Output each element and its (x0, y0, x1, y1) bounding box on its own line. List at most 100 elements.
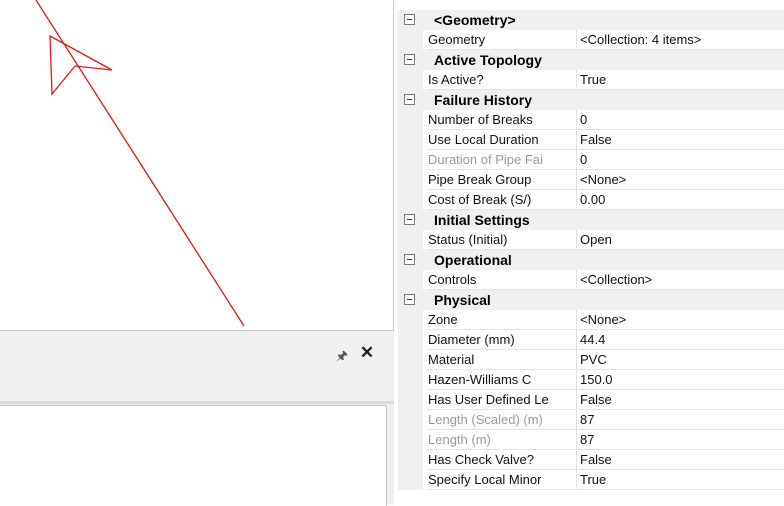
property-name: Pipe Break Group (427, 170, 576, 190)
property-value[interactable]: True (578, 470, 784, 490)
property-row[interactable]: Zone <None> (398, 310, 784, 330)
property-value[interactable]: PVC (578, 350, 784, 370)
row-gutter (398, 230, 423, 250)
column-divider[interactable] (576, 370, 577, 390)
panel-tab-strip (0, 401, 394, 404)
property-name: Is Active? (427, 70, 576, 90)
property-row[interactable]: Status (Initial) Open (398, 230, 784, 250)
property-name: Cost of Break (S/) (427, 190, 576, 210)
property-value[interactable]: <Collection: 4 items> (578, 30, 784, 50)
property-value[interactable]: 0 (578, 110, 784, 130)
property-row[interactable]: Controls <Collection> (398, 270, 784, 290)
category-label: Initial Settings (434, 212, 530, 228)
property-name: Length (m) (427, 430, 576, 450)
category-row[interactable]: Initial Settings (398, 210, 784, 230)
column-divider[interactable] (576, 410, 577, 430)
docked-panel: 🖈︎ ✕ (0, 330, 394, 506)
property-name: Has Check Valve? (427, 450, 576, 470)
panel-content (0, 405, 387, 506)
property-row[interactable]: Number of Breaks 0 (398, 110, 784, 130)
column-divider[interactable] (576, 230, 577, 250)
column-divider[interactable] (576, 110, 577, 130)
property-value[interactable]: Open (578, 230, 784, 250)
column-divider[interactable] (576, 430, 577, 450)
column-divider[interactable] (576, 450, 577, 470)
close-icon[interactable]: ✕ (359, 343, 375, 363)
category-label: <Geometry> (434, 12, 516, 28)
column-divider[interactable] (576, 170, 577, 190)
row-gutter (398, 370, 423, 390)
property-row[interactable]: Is Active? True (398, 70, 784, 90)
property-value[interactable]: <None> (578, 310, 784, 330)
property-value: 87 (578, 430, 784, 450)
property-row[interactable]: Length (Scaled) (m) 87 (398, 410, 784, 430)
property-row[interactable]: Has User Defined Le False (398, 390, 784, 410)
row-gutter (398, 430, 423, 450)
row-gutter (398, 330, 423, 350)
drawing-canvas[interactable] (0, 0, 394, 330)
category-label: Failure History (434, 92, 533, 108)
property-value[interactable]: False (578, 450, 784, 470)
row-gutter (398, 130, 423, 150)
collapse-icon[interactable] (404, 94, 415, 105)
collapse-icon[interactable] (404, 254, 415, 265)
category-row[interactable]: Failure History (398, 90, 784, 110)
property-row[interactable]: Length (m) 87 (398, 430, 784, 450)
column-divider[interactable] (576, 70, 577, 90)
property-row[interactable]: Hazen-Williams C 150.0 (398, 370, 784, 390)
property-row[interactable]: Duration of Pipe Fai 0 (398, 150, 784, 170)
property-row[interactable]: Material PVC (398, 350, 784, 370)
column-divider[interactable] (576, 270, 577, 290)
property-row[interactable]: Use Local Duration False (398, 130, 784, 150)
property-row[interactable]: Specify Local Minor True (398, 470, 784, 490)
property-row[interactable]: Has Check Valve? False (398, 450, 784, 470)
category-label: Operational (434, 252, 512, 268)
row-gutter (398, 450, 423, 470)
property-value[interactable]: True (578, 70, 784, 90)
column-divider[interactable] (576, 150, 577, 170)
property-row[interactable]: Cost of Break (S/) 0.00 (398, 190, 784, 210)
category-row[interactable]: Operational (398, 250, 784, 270)
column-divider[interactable] (576, 190, 577, 210)
property-value[interactable]: 44.4 (578, 330, 784, 350)
collapse-icon[interactable] (404, 14, 415, 25)
property-name: Zone (427, 310, 576, 330)
property-name: Duration of Pipe Fai (427, 150, 576, 170)
property-row[interactable]: Geometry <Collection: 4 items> (398, 30, 784, 50)
column-divider[interactable] (576, 330, 577, 350)
column-divider[interactable] (576, 350, 577, 370)
row-gutter (398, 170, 423, 190)
column-divider[interactable] (576, 310, 577, 330)
property-row[interactable]: Pipe Break Group <None> (398, 170, 784, 190)
collapse-icon[interactable] (404, 214, 415, 225)
column-divider[interactable] (576, 390, 577, 410)
row-gutter (398, 270, 423, 290)
property-value: 0 (578, 150, 784, 170)
row-gutter (398, 470, 423, 490)
canvas-border (393, 0, 394, 330)
pipe-line[interactable] (35, 0, 245, 327)
column-divider[interactable] (576, 470, 577, 490)
collapse-icon[interactable] (404, 54, 415, 65)
property-value[interactable]: 0.00 (578, 190, 784, 210)
property-value[interactable]: <None> (578, 170, 784, 190)
property-row[interactable]: Diameter (mm) 44.4 (398, 330, 784, 350)
property-name: Geometry (427, 30, 576, 50)
category-row[interactable]: <Geometry> (398, 10, 784, 30)
property-name: Material (427, 350, 576, 370)
property-value[interactable]: <Collection> (578, 270, 784, 290)
property-value[interactable]: 150.0 (578, 370, 784, 390)
property-name: Use Local Duration (427, 130, 576, 150)
collapse-icon[interactable] (404, 294, 415, 305)
row-gutter (398, 350, 423, 370)
property-name: Has User Defined Le (427, 390, 576, 410)
property-value[interactable]: False (578, 130, 784, 150)
category-row[interactable]: Active Topology (398, 50, 784, 70)
property-value[interactable]: False (578, 390, 784, 410)
column-divider[interactable] (576, 30, 577, 50)
column-divider[interactable] (576, 130, 577, 150)
category-row[interactable]: Physical (398, 290, 784, 310)
pin-icon[interactable]: 🖈︎ (335, 347, 349, 369)
row-gutter (398, 110, 423, 130)
category-label: Active Topology (434, 52, 542, 68)
